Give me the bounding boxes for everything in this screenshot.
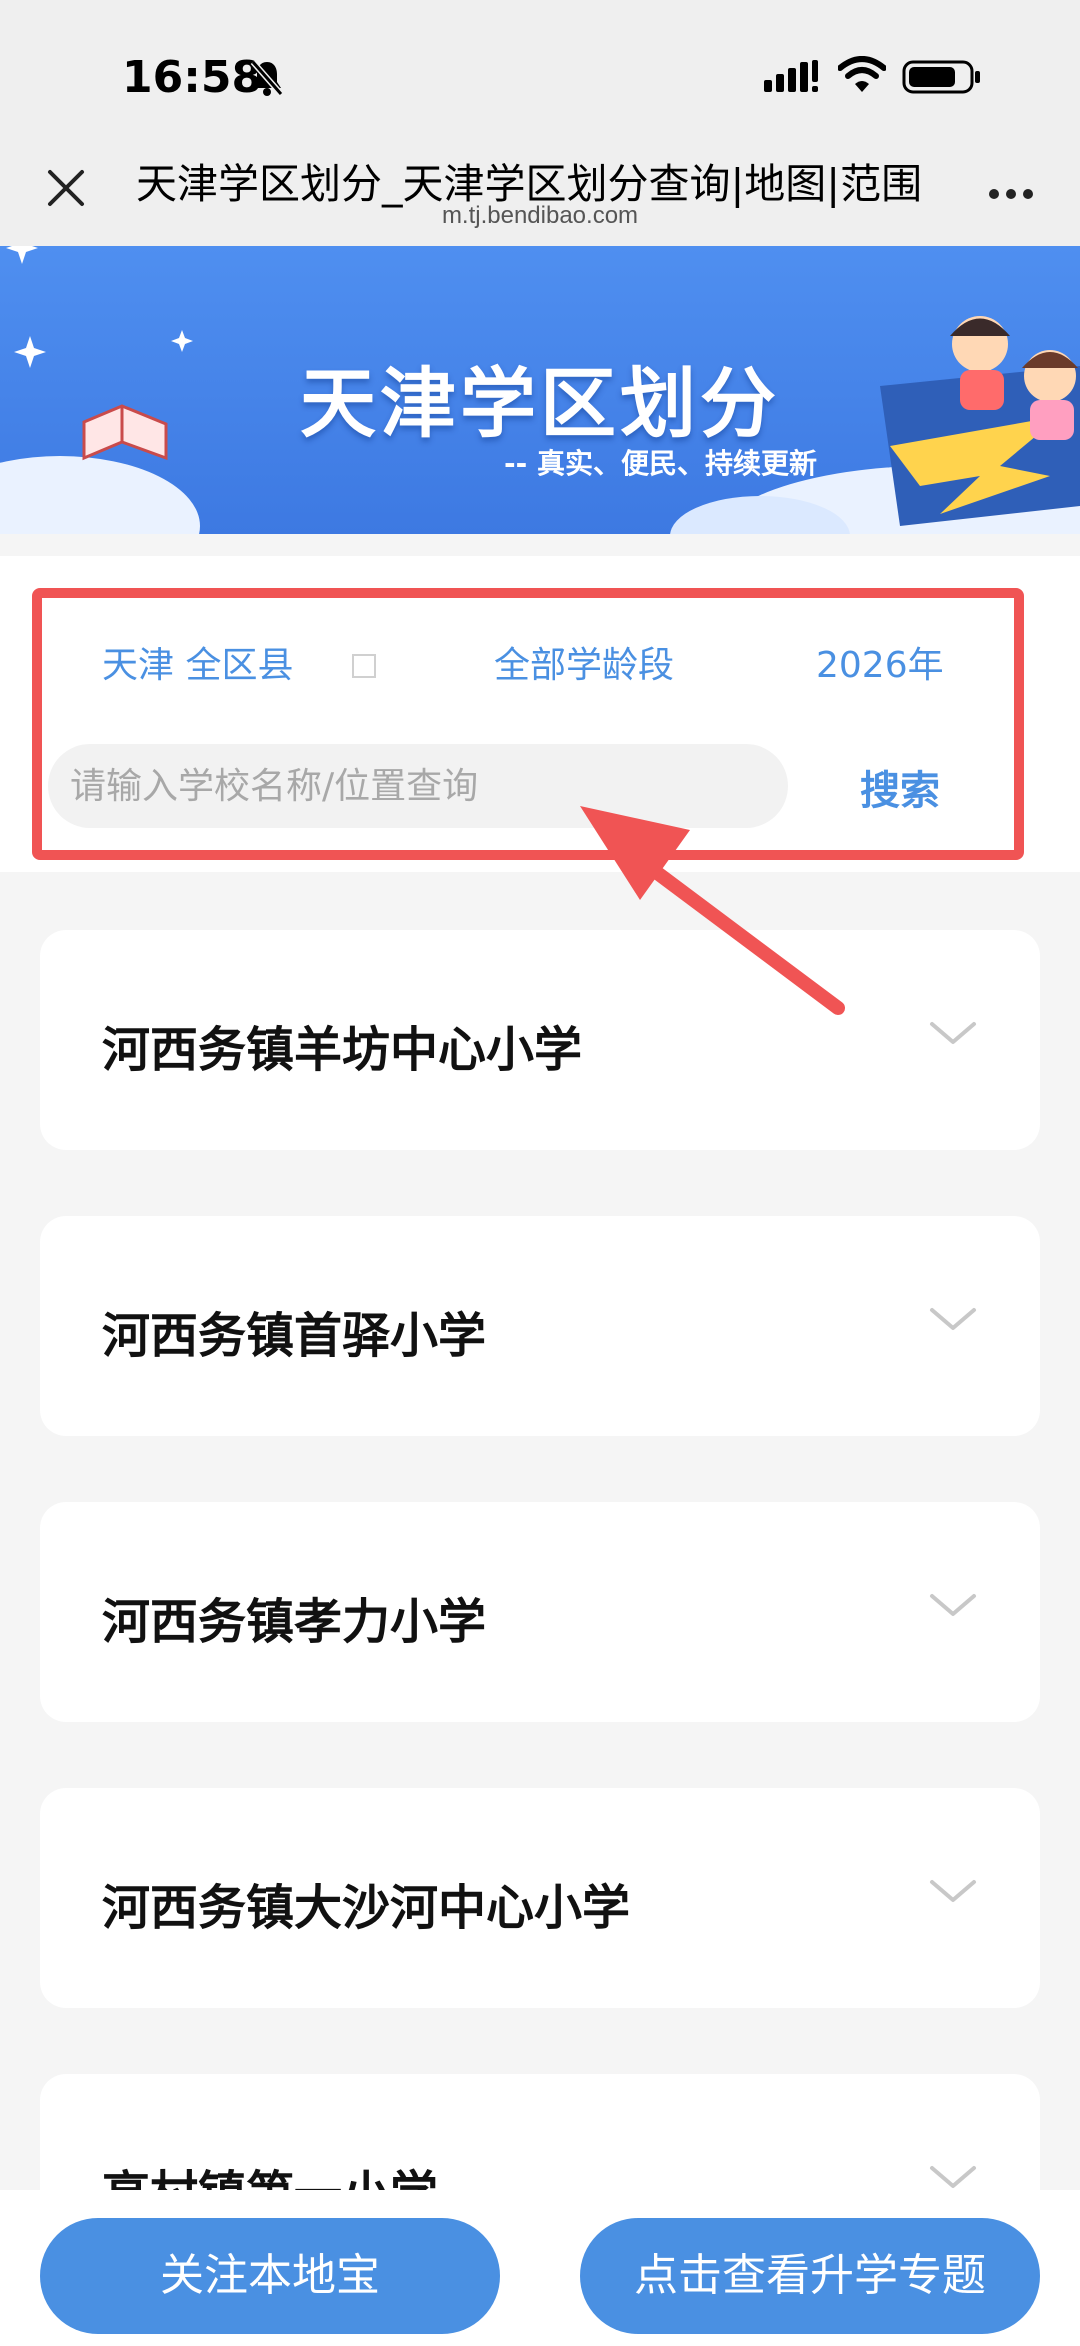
topic-button[interactable]: 点击查看升学专题 (580, 2218, 1040, 2334)
follow-button[interactable]: 关注本地宝 (40, 2218, 500, 2334)
annotation-arrow (580, 806, 845, 1015)
